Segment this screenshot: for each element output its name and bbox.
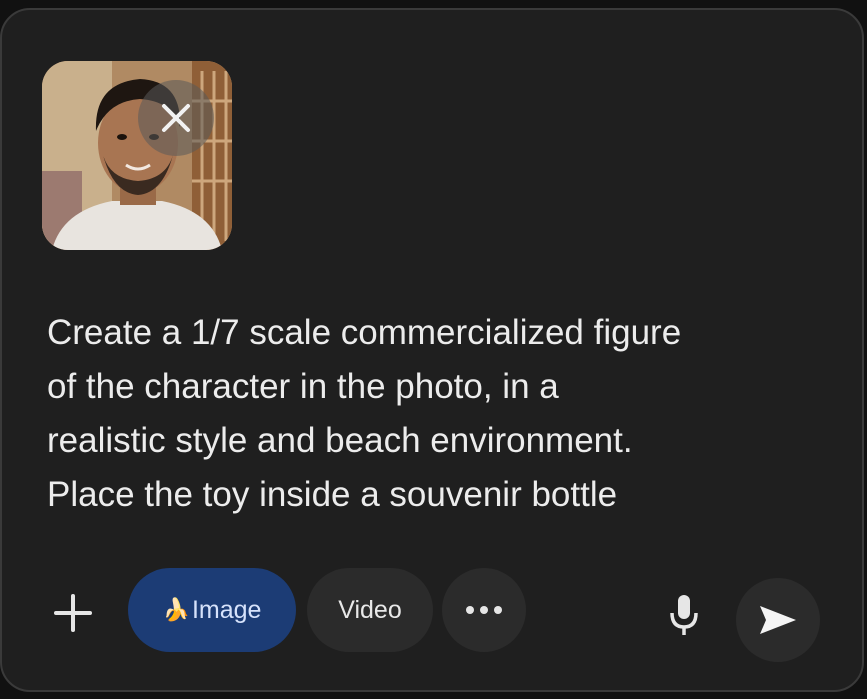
plus-icon [54,594,92,632]
voice-input-button[interactable] [662,588,706,642]
image-mode-label: Image [191,595,262,624]
photo-image [42,61,232,250]
banana-icon: 🍌 [162,597,190,622]
video-mode-button[interactable]: Video [307,568,433,652]
attached-photo-thumbnail[interactable] [42,61,232,250]
send-icon [760,606,796,634]
remove-attachment-button[interactable] [138,80,214,156]
microphone-icon [670,595,698,635]
send-button[interactable] [736,578,820,662]
image-mode-button[interactable]: 🍌 Image [128,568,296,652]
more-options-button[interactable] [442,568,526,652]
prompt-composer: Create a 1/7 scale commercialized figure… [0,8,864,692]
video-mode-label: Video [338,595,402,624]
add-attachment-button[interactable] [48,588,98,638]
prompt-text[interactable]: Create a 1/7 scale commercialized figure… [47,306,837,522]
close-icon [162,104,190,132]
more-horizontal-icon [466,606,502,614]
